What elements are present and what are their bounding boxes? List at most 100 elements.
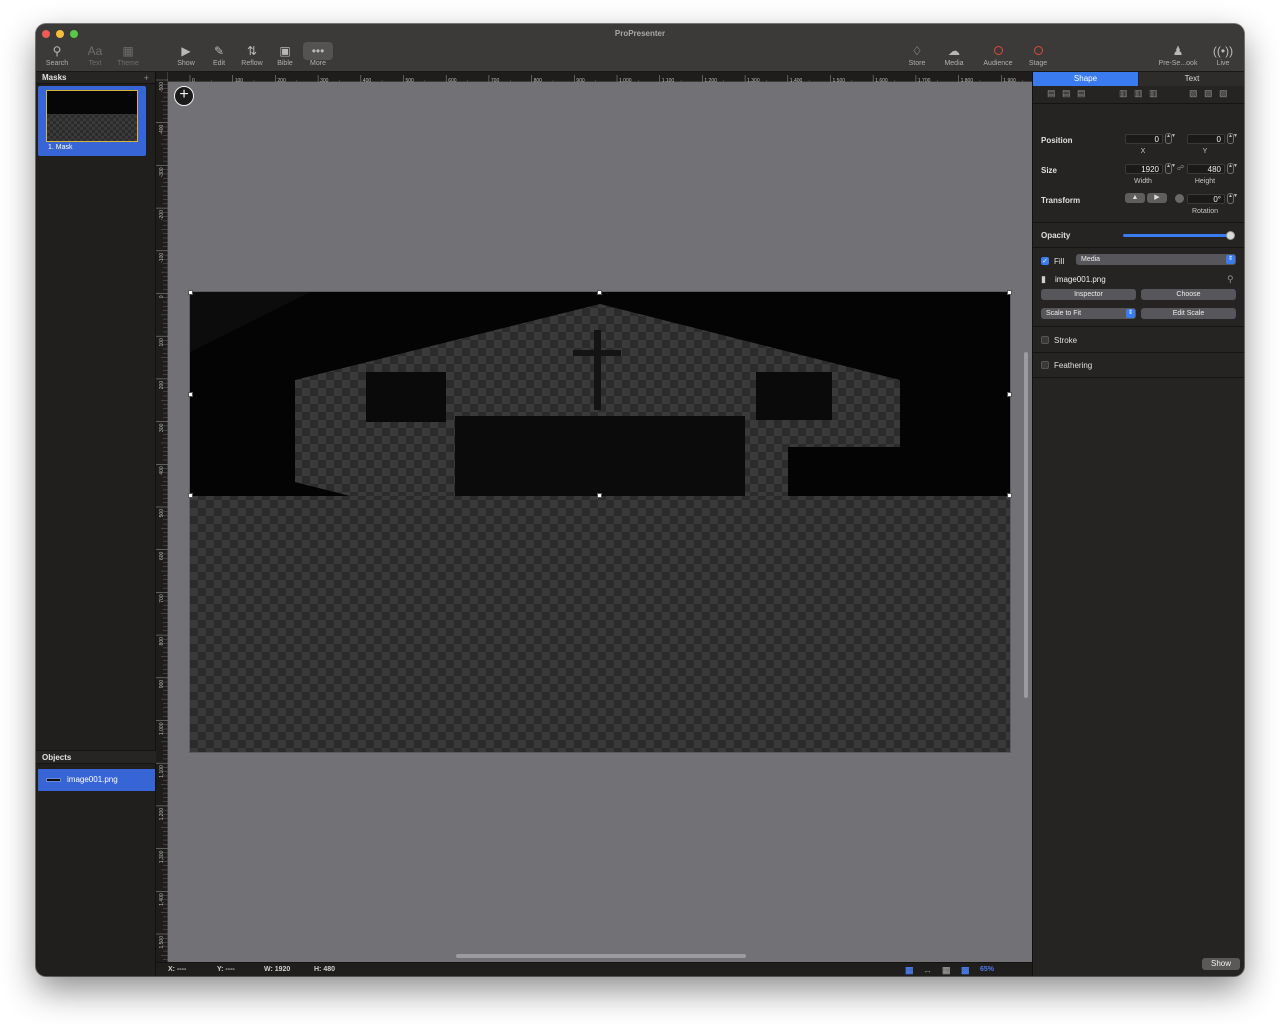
position-y-field[interactable]: 0: [1187, 134, 1225, 144]
resize-handle[interactable]: [1007, 290, 1012, 295]
choose-button[interactable]: Choose: [1141, 289, 1236, 300]
ruler-tick-label: 600: [159, 551, 165, 560]
position-x-field[interactable]: 0: [1125, 134, 1163, 144]
object-item[interactable]: image001.png: [38, 769, 155, 791]
ruler-tick-label: 0: [159, 295, 165, 298]
rotation-stepper[interactable]: ▲▼: [1227, 193, 1238, 204]
ruler-vertical-scale: -500 -400 -300 -200 -100 0 100 200 300 400 500 600 7…: [156, 79, 168, 973]
status-bar: X: ---- Y: ---- W: 1920 H: 480 ▦ ↔ ▦ ▩ 6…: [156, 962, 1032, 976]
size-width-field[interactable]: 1920: [1125, 164, 1163, 174]
lock-ratio-icon[interactable]: ☍: [1177, 164, 1184, 172]
position-x-stepper[interactable]: ▲▼: [1165, 133, 1176, 144]
align-center-icon[interactable]: ▤: [1062, 88, 1071, 99]
editor-canvas[interactable]: +: [168, 82, 1032, 962]
mask-image-object[interactable]: [190, 292, 1010, 496]
show-button[interactable]: Show: [1202, 958, 1240, 970]
inspector-button[interactable]: Inspector: [1041, 289, 1136, 300]
add-object-button[interactable]: +: [174, 86, 194, 106]
resize-handle[interactable]: [1007, 392, 1012, 397]
toolbar-media-button[interactable]: ☁ Media: [934, 42, 974, 70]
ruler-tick-label: 200: [159, 381, 165, 390]
align-bottom-icon[interactable]: ▥: [1149, 88, 1158, 99]
flip-horizontal-button[interactable]: ▶: [1147, 193, 1167, 203]
opacity-slider-knob[interactable]: [1226, 231, 1235, 240]
vertical-scrollbar[interactable]: [1024, 352, 1028, 698]
resize-handle[interactable]: [188, 392, 193, 397]
position-label: Position: [1041, 136, 1073, 145]
toolbar-theme-button[interactable]: ▦ Theme: [108, 42, 148, 70]
toolbar-preservice-button[interactable]: ♟ Pre-Se...ook: [1154, 42, 1202, 70]
objects-header: Objects: [36, 750, 156, 764]
horizontal-scrollbar[interactable]: [456, 954, 746, 958]
ruler-tick-label: 1,000: [159, 722, 165, 735]
checkerboard-icon[interactable]: ▦: [905, 965, 914, 976]
fill-checkbox[interactable]: ✓: [1041, 257, 1049, 265]
feathering-checkbox[interactable]: [1041, 361, 1049, 369]
toolbar-stage-button[interactable]: Stage: [1018, 42, 1058, 70]
height-readout: H: 480: [314, 966, 336, 973]
stroke-checkbox[interactable]: [1041, 336, 1049, 344]
ruler-tick-label: 800: [159, 637, 165, 646]
cart-icon: ♢: [911, 44, 923, 58]
size-label: Size: [1041, 166, 1058, 175]
objects-title: Objects: [42, 753, 72, 762]
ruler-tick-label: -100: [159, 253, 165, 263]
flip-vertical-button[interactable]: ▲: [1125, 193, 1145, 203]
position-y-stepper[interactable]: ▲▼: [1227, 133, 1238, 144]
edit-scale-button[interactable]: Edit Scale: [1141, 308, 1236, 319]
add-mask-button[interactable]: +: [144, 72, 149, 84]
fill-type-select[interactable]: Media ⇕: [1076, 254, 1236, 265]
height-caption: Height: [1194, 178, 1216, 185]
ruler-tick-label: 500: [159, 509, 165, 518]
size-height-field[interactable]: 480: [1187, 164, 1225, 174]
image-object-icon: [46, 778, 61, 782]
size-width-stepper[interactable]: ▲▼: [1165, 163, 1176, 174]
audience-ring-icon: [978, 42, 1018, 60]
rotation-field[interactable]: 0°: [1187, 194, 1225, 204]
distribute-vertical-icon[interactable]: ▧: [1204, 88, 1213, 99]
resize-handle[interactable]: [1007, 493, 1012, 498]
distribute-horizontal-icon[interactable]: ▧: [1189, 88, 1198, 99]
size-height-stepper[interactable]: ▲▼: [1227, 163, 1238, 174]
ruler-tick-label: 700: [159, 594, 165, 603]
toolbar-audience-button[interactable]: Audience: [978, 42, 1018, 70]
rotation-dial[interactable]: [1175, 194, 1184, 203]
distribute-icon[interactable]: ▧: [1219, 88, 1228, 99]
align-top-icon[interactable]: ▥: [1119, 88, 1128, 99]
grid-icon[interactable]: ▦: [942, 965, 951, 976]
toolbar-label: Search: [45, 60, 69, 67]
file-icon: ▮: [1041, 274, 1046, 284]
scale-mode-select[interactable]: Scale to Fit ⇕: [1041, 308, 1136, 319]
media-icon: ☁: [948, 44, 960, 58]
object-item-label: image001.png: [67, 775, 118, 784]
resize-handle[interactable]: [188, 290, 193, 295]
align-left-icon[interactable]: ▤: [1047, 88, 1056, 99]
ruler-tick-label: -500: [159, 82, 165, 92]
align-middle-icon[interactable]: ▥: [1134, 88, 1143, 99]
toolbar-label: Media: [944, 60, 964, 67]
tab-shape[interactable]: Shape: [1033, 72, 1138, 86]
ruler-tick-label: -300: [159, 167, 165, 177]
mask-item[interactable]: 1. Mask: [38, 86, 146, 156]
divider: [1033, 103, 1244, 104]
divider: [1033, 247, 1244, 248]
theme-icon: ▦: [122, 44, 134, 58]
resize-handle[interactable]: [597, 290, 602, 295]
fit-width-icon[interactable]: ↔: [923, 965, 932, 975]
opacity-slider-track[interactable]: [1123, 234, 1233, 237]
toolbar-search-button[interactable]: ⚲ Search: [37, 42, 77, 70]
snap-icon[interactable]: ▩: [961, 965, 970, 976]
align-right-icon[interactable]: ▤: [1077, 88, 1086, 99]
live-icon: ((•)): [1212, 44, 1234, 58]
zoom-level[interactable]: 65%: [980, 966, 994, 973]
slide-canvas[interactable]: [188, 290, 1012, 752]
ruler-tick-label: 100: [159, 338, 165, 347]
toolbar-store-button[interactable]: ♢ Store: [897, 42, 937, 70]
resize-handle[interactable]: [188, 493, 193, 498]
reveal-magnifier-icon[interactable]: ⚲: [1227, 274, 1234, 285]
toolbar-live-button[interactable]: ((•)) Live: [1203, 42, 1243, 70]
toolbar-more-button[interactable]: ••• More: [298, 42, 338, 70]
ruler-tick-label: -400: [159, 124, 165, 134]
tab-text[interactable]: Text: [1139, 72, 1244, 86]
resize-handle[interactable]: [597, 493, 602, 498]
